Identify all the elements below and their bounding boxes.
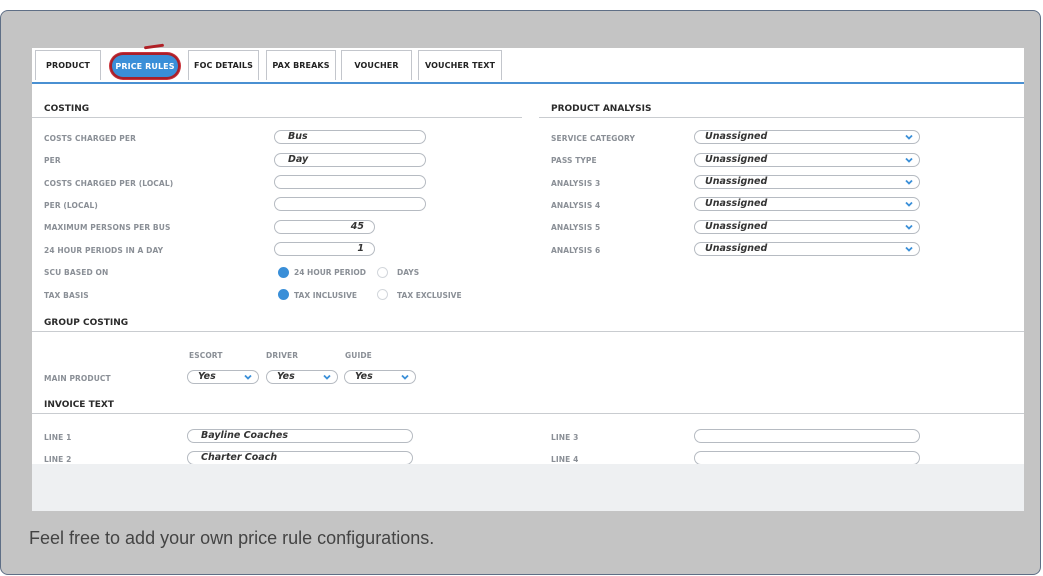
divider — [32, 117, 522, 118]
analysis-3-label: ANALYSIS 3 — [551, 179, 601, 188]
service-category-select[interactable]: Unassigned — [694, 130, 920, 144]
analysis-6-label: ANALYSIS 6 — [551, 246, 601, 255]
screenshot-frame: PRODUCT PRICE RULES FOC DETAILS PAX BREA… — [0, 10, 1041, 575]
driver-select[interactable]: Yes — [266, 370, 338, 384]
chevron-down-icon — [905, 134, 913, 140]
chevron-down-icon — [905, 201, 913, 207]
line-4-label: LINE 4 — [551, 455, 579, 464]
tax-exclusive-label: TAX EXCLUSIVE — [397, 291, 462, 300]
analysis-6-select[interactable]: Unassigned — [694, 242, 920, 256]
divider — [32, 413, 1024, 414]
select-value: Yes — [277, 371, 295, 382]
analysis-5-label: ANALYSIS 5 — [551, 223, 601, 232]
line-4-field[interactable] — [694, 451, 920, 465]
caption-text: Feel free to add your own price rule con… — [29, 528, 435, 548]
line-1-field[interactable]: Bayline Coaches — [187, 429, 413, 443]
select-value: Unassigned — [705, 131, 768, 142]
product-analysis-title: PRODUCT ANALYSIS — [551, 104, 652, 114]
tax-basis-label: TAX BASIS — [44, 291, 89, 300]
costs-charged-per-local-field[interactable] — [274, 175, 426, 189]
guide-select[interactable]: Yes — [344, 370, 416, 384]
analysis-3-select[interactable]: Unassigned — [694, 175, 920, 189]
driver-header: DRIVER — [266, 351, 299, 360]
select-value: Unassigned — [705, 176, 768, 187]
costs-charged-per-field[interactable]: Bus — [274, 130, 426, 144]
analysis-4-label: ANALYSIS 4 — [551, 201, 601, 210]
select-value: Yes — [355, 371, 373, 382]
scu-based-on-label: SCU BASED ON — [44, 268, 109, 277]
tab-voucher-text[interactable]: VOUCHER TEXT — [418, 50, 502, 80]
per-field[interactable]: Day — [274, 153, 426, 167]
line-1-label: LINE 1 — [44, 433, 72, 442]
select-value: Unassigned — [705, 154, 768, 165]
tab-voucher[interactable]: VOUCHER — [341, 50, 412, 80]
tab-foc-details[interactable]: FOC DETAILS — [188, 50, 259, 80]
per-local-label: PER (LOCAL) — [44, 201, 98, 210]
max-persons-label: MAXIMUM PERSONS PER BUS — [44, 223, 171, 232]
divider — [32, 331, 1024, 332]
per-label: PER — [44, 156, 61, 165]
line-2-field[interactable]: Charter Coach — [187, 451, 413, 465]
select-value: Yes — [198, 371, 216, 382]
chevron-down-icon — [905, 246, 913, 252]
service-category-label: SERVICE CATEGORY — [551, 134, 636, 143]
tax-inclusive-label: TAX INCLUSIVE — [294, 291, 358, 300]
tax-exclusive-radio[interactable] — [377, 289, 388, 300]
panel-footer — [32, 464, 1024, 511]
scu-days-radio[interactable] — [377, 267, 388, 278]
invoice-text-title: INVOICE TEXT — [44, 400, 114, 410]
chevron-down-icon — [244, 374, 252, 380]
tab-bar: PRODUCT PRICE RULES FOC DETAILS PAX BREA… — [32, 43, 1024, 84]
scu-24-hour-radio[interactable] — [278, 267, 289, 278]
periods-field[interactable]: 1 — [274, 242, 375, 256]
costing-title: COSTING — [44, 104, 90, 114]
tax-inclusive-radio[interactable] — [278, 289, 289, 300]
costs-charged-per-label: COSTS CHARGED PER — [44, 134, 136, 143]
tab-product[interactable]: PRODUCT — [35, 50, 101, 80]
select-value: Unassigned — [705, 198, 768, 209]
pass-type-select[interactable]: Unassigned — [694, 153, 920, 167]
scu-24-hour-label: 24 HOUR PERIOD — [294, 268, 366, 277]
chevron-down-icon — [905, 157, 913, 163]
line-3-field[interactable] — [694, 429, 920, 443]
chevron-down-icon — [401, 374, 409, 380]
per-local-field[interactable] — [274, 197, 426, 211]
group-costing-title: GROUP COSTING — [44, 318, 129, 328]
chevron-down-icon — [905, 224, 913, 230]
main-product-label: MAIN PRODUCT — [44, 374, 111, 383]
scu-days-label: DAYS — [397, 268, 420, 277]
line-3-label: LINE 3 — [551, 433, 579, 442]
chevron-down-icon — [905, 179, 913, 185]
escort-header: ESCORT — [189, 351, 223, 360]
select-value: Unassigned — [705, 221, 768, 232]
tab-pax-breaks[interactable]: PAX BREAKS — [266, 50, 336, 80]
divider — [539, 117, 1024, 118]
analysis-5-select[interactable]: Unassigned — [694, 220, 920, 234]
costs-charged-per-local-label: COSTS CHARGED PER (LOCAL) — [44, 179, 174, 188]
price-rules-panel: PRODUCT PRICE RULES FOC DETAILS PAX BREA… — [32, 43, 1024, 511]
line-2-label: LINE 2 — [44, 455, 72, 464]
max-persons-field[interactable]: 45 — [274, 220, 375, 234]
pass-type-label: PASS TYPE — [551, 156, 597, 165]
chevron-down-icon — [323, 374, 331, 380]
analysis-4-select[interactable]: Unassigned — [694, 197, 920, 211]
guide-header: GUIDE — [345, 351, 372, 360]
select-value: Unassigned — [705, 243, 768, 254]
tab-price-rules[interactable]: PRICE RULES — [112, 55, 178, 77]
annotation-mark — [143, 43, 165, 50]
periods-label: 24 HOUR PERIODS IN A DAY — [44, 246, 164, 255]
escort-select[interactable]: Yes — [187, 370, 259, 384]
